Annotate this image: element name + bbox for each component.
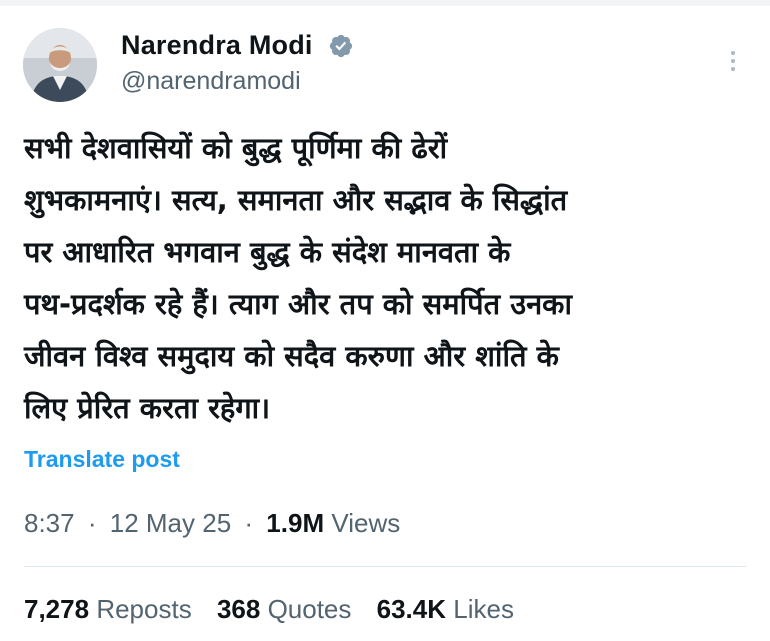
meta-separator: · (244, 508, 254, 538)
engagement-stats: 7,278 Reposts 368 Quotes 63.4K Likes (24, 594, 532, 625)
dot (731, 59, 735, 63)
likes-label: Likes (453, 594, 514, 624)
views-count: 1.9M (266, 508, 325, 538)
meta-separator: · (87, 508, 97, 538)
post-text: सभी देशवासियों को बुद्ध पूर्णिमा की ढेरो… (24, 131, 572, 425)
author-name[interactable]: Narendra Modi (121, 30, 313, 61)
more-vertical-icon[interactable] (722, 44, 744, 78)
quotes-count: 368 (216, 594, 261, 624)
verified-badge-icon (329, 34, 353, 58)
likes-stat[interactable]: 63.4K Likes (377, 594, 514, 624)
dot (731, 51, 735, 55)
translate-post-link[interactable]: Translate post (24, 446, 180, 473)
reposts-count: 7,278 (24, 594, 90, 624)
stats-divider (24, 566, 746, 567)
post-card: Narendra Modi @narendramodi सभी देशवासिय… (0, 0, 770, 641)
author-handle[interactable]: @narendramodi (121, 67, 301, 96)
views-label: Views (331, 508, 401, 538)
reposts-stat[interactable]: 7,278 Reposts (24, 594, 199, 624)
profile-photo-icon (23, 28, 97, 102)
dot (731, 67, 735, 71)
quotes-stat[interactable]: 368 Quotes (217, 594, 359, 624)
quotes-label: Quotes (267, 594, 352, 624)
post-time[interactable]: 8:37 (24, 508, 75, 538)
reposts-label: Reposts (96, 594, 192, 624)
post-date[interactable]: 12 May 25 (110, 508, 231, 538)
likes-count: 63.4K (376, 594, 447, 624)
post-meta: 8:37 · 12 May 25 · 1.9M Views (24, 508, 400, 539)
avatar[interactable] (23, 28, 97, 102)
